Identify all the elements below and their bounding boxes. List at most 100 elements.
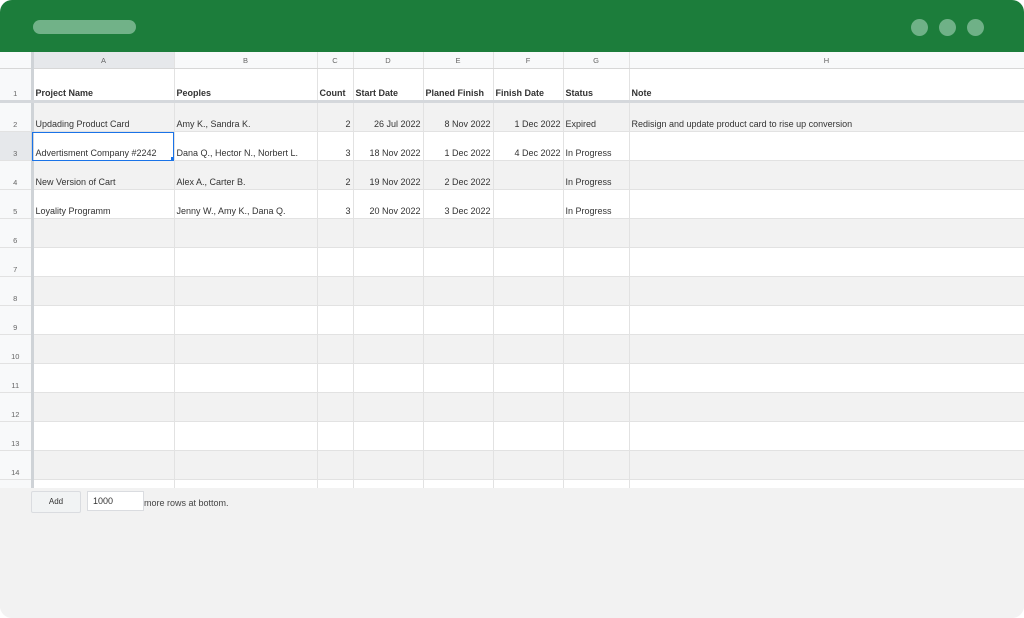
empty-cell[interactable] bbox=[563, 363, 630, 393]
header-cell-planed-finish[interactable]: Planed Finish bbox=[423, 68, 494, 103]
row-header-9[interactable]: 9 bbox=[0, 305, 34, 335]
column-header-f[interactable]: F bbox=[493, 52, 564, 69]
empty-cell[interactable] bbox=[423, 334, 494, 364]
empty-cell[interactable] bbox=[493, 392, 564, 422]
cell-status[interactable]: In Progress bbox=[563, 131, 630, 161]
row-header-3[interactable]: 3 bbox=[0, 131, 34, 161]
empty-cell[interactable] bbox=[629, 276, 1024, 306]
empty-cell[interactable] bbox=[493, 421, 564, 451]
row-header-14[interactable]: 14 bbox=[0, 450, 34, 480]
cell-project-name-selected[interactable]: Advertisment Company #2242 bbox=[32, 131, 175, 161]
cell-peoples[interactable]: Alex A., Carter B. bbox=[174, 160, 318, 190]
empty-cell[interactable] bbox=[32, 276, 175, 306]
empty-cell[interactable] bbox=[353, 363, 424, 393]
cell-peoples[interactable]: Amy K., Sandra K. bbox=[174, 101, 318, 132]
empty-cell[interactable] bbox=[174, 392, 318, 422]
cell-planed-finish[interactable]: 8 Nov 2022 bbox=[423, 101, 494, 132]
empty-cell[interactable] bbox=[32, 305, 175, 335]
empty-cell[interactable] bbox=[423, 305, 494, 335]
empty-cell[interactable] bbox=[353, 392, 424, 422]
empty-cell[interactable] bbox=[32, 247, 175, 277]
empty-cell[interactable] bbox=[423, 363, 494, 393]
cell-project-name[interactable]: New Version of Cart bbox=[32, 160, 175, 190]
header-cell-project-name[interactable]: Project Name bbox=[32, 68, 175, 103]
header-cell-start-date[interactable]: Start Date bbox=[353, 68, 424, 103]
empty-cell[interactable] bbox=[629, 334, 1024, 364]
empty-cell[interactable] bbox=[174, 334, 318, 364]
cell-planed-finish[interactable]: 3 Dec 2022 bbox=[423, 189, 494, 219]
cell-start-date[interactable]: 26 Jul 2022 bbox=[353, 101, 424, 132]
header-cell-finish-date[interactable]: Finish Date bbox=[493, 68, 564, 103]
cell-start-date[interactable]: 18 Nov 2022 bbox=[353, 131, 424, 161]
empty-cell[interactable] bbox=[423, 247, 494, 277]
header-cell-note[interactable]: Note bbox=[629, 68, 1024, 103]
row-header-4[interactable]: 4 bbox=[0, 160, 34, 190]
row-header-1[interactable]: 1 bbox=[0, 68, 34, 103]
cell-finish-date[interactable] bbox=[493, 189, 564, 219]
cell-planed-finish[interactable]: 1 Dec 2022 bbox=[423, 131, 494, 161]
add-rows-button[interactable]: Add bbox=[31, 491, 81, 513]
empty-cell[interactable] bbox=[317, 450, 354, 480]
empty-cell[interactable] bbox=[629, 305, 1024, 335]
column-header-c[interactable]: C bbox=[317, 52, 354, 69]
row-header-13[interactable]: 13 bbox=[0, 421, 34, 451]
header-cell-peoples[interactable]: Peoples bbox=[174, 68, 318, 103]
row-header-10[interactable]: 10 bbox=[0, 334, 34, 364]
cell-peoples[interactable]: Jenny W., Amy K., Dana Q. bbox=[174, 189, 318, 219]
empty-cell[interactable] bbox=[423, 276, 494, 306]
row-header-6[interactable]: 6 bbox=[0, 218, 34, 248]
empty-cell[interactable] bbox=[174, 450, 318, 480]
cell-count[interactable]: 3 bbox=[317, 131, 354, 161]
empty-cell[interactable] bbox=[174, 218, 318, 248]
select-all-corner[interactable] bbox=[0, 52, 34, 69]
empty-cell[interactable] bbox=[563, 334, 630, 364]
cell-start-date[interactable]: 20 Nov 2022 bbox=[353, 189, 424, 219]
cell-count[interactable]: 2 bbox=[317, 101, 354, 132]
cell-count[interactable]: 3 bbox=[317, 189, 354, 219]
row-header-7[interactable]: 7 bbox=[0, 247, 34, 277]
row-header-2[interactable]: 2 bbox=[0, 101, 34, 132]
empty-cell[interactable] bbox=[174, 363, 318, 393]
cell-status[interactable]: In Progress bbox=[563, 160, 630, 190]
empty-cell[interactable] bbox=[353, 305, 424, 335]
empty-cell[interactable] bbox=[423, 218, 494, 248]
empty-cell[interactable] bbox=[32, 421, 175, 451]
column-header-h[interactable]: H bbox=[629, 52, 1024, 69]
cell-count[interactable]: 2 bbox=[317, 160, 354, 190]
empty-cell[interactable] bbox=[174, 276, 318, 306]
header-cell-count[interactable]: Count bbox=[317, 68, 354, 103]
column-header-d[interactable]: D bbox=[353, 52, 424, 69]
empty-cell[interactable] bbox=[563, 218, 630, 248]
empty-cell[interactable] bbox=[629, 392, 1024, 422]
empty-cell[interactable] bbox=[493, 276, 564, 306]
empty-cell[interactable] bbox=[629, 363, 1024, 393]
empty-cell[interactable] bbox=[423, 450, 494, 480]
cell-planed-finish[interactable]: 2 Dec 2022 bbox=[423, 160, 494, 190]
cell-note[interactable] bbox=[629, 189, 1024, 219]
empty-cell[interactable] bbox=[317, 218, 354, 248]
empty-cell[interactable] bbox=[32, 218, 175, 248]
empty-cell[interactable] bbox=[493, 450, 564, 480]
empty-cell[interactable] bbox=[629, 421, 1024, 451]
rows-count-input[interactable] bbox=[87, 491, 144, 511]
cell-finish-date[interactable]: 1 Dec 2022 bbox=[493, 101, 564, 132]
empty-cell[interactable] bbox=[563, 421, 630, 451]
window-control-dot-1[interactable] bbox=[911, 19, 928, 36]
cell-peoples[interactable]: Dana Q., Hector N., Norbert L. bbox=[174, 131, 318, 161]
window-control-dot-2[interactable] bbox=[939, 19, 956, 36]
empty-cell[interactable] bbox=[317, 392, 354, 422]
empty-cell[interactable] bbox=[629, 450, 1024, 480]
empty-cell[interactable] bbox=[174, 421, 318, 451]
empty-cell[interactable] bbox=[493, 363, 564, 393]
empty-cell[interactable] bbox=[563, 450, 630, 480]
empty-cell[interactable] bbox=[563, 392, 630, 422]
cell-project-name[interactable]: Updading Product Card bbox=[32, 101, 175, 132]
empty-cell[interactable] bbox=[493, 218, 564, 248]
empty-cell[interactable] bbox=[563, 247, 630, 277]
empty-cell[interactable] bbox=[174, 247, 318, 277]
cell-finish-date[interactable] bbox=[493, 160, 564, 190]
row-header-8[interactable]: 8 bbox=[0, 276, 34, 306]
empty-cell[interactable] bbox=[493, 334, 564, 364]
cell-finish-date[interactable]: 4 Dec 2022 bbox=[493, 131, 564, 161]
empty-cell[interactable] bbox=[423, 421, 494, 451]
